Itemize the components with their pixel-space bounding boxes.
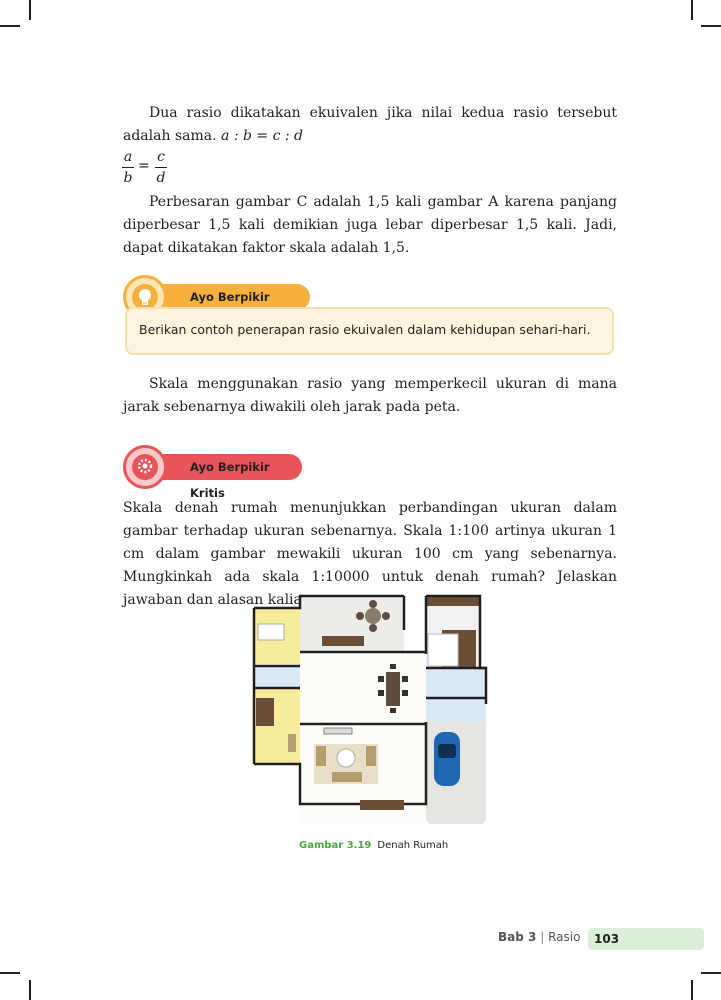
figure-caption: Gambar 3.19 Denah Rumah bbox=[299, 840, 448, 851]
footer-chapter: Bab 3 | Rasio bbox=[498, 930, 580, 944]
equals-sign: = bbox=[138, 158, 150, 174]
fraction-numerator: c bbox=[157, 149, 165, 165]
paragraph-scale-map: Skala menggunakan rasio yang memperkecil… bbox=[123, 376, 617, 415]
gear-head-icon bbox=[132, 454, 158, 480]
crop-mark bbox=[701, 972, 721, 974]
fraction-left: a b bbox=[122, 149, 134, 186]
topic-label: Rasio bbox=[548, 930, 581, 944]
crop-mark bbox=[29, 0, 31, 20]
kritis-title: Ayo Berpikir Kritis bbox=[190, 460, 270, 500]
figure-title: Denah Rumah bbox=[377, 840, 449, 851]
paragraph-ratio-definition: Dua rasio dikatakan ekuivalen jika nilai… bbox=[123, 102, 617, 148]
crop-mark bbox=[691, 0, 693, 20]
footer-separator: | bbox=[540, 930, 545, 944]
crop-mark bbox=[0, 972, 20, 974]
house-floor-plan bbox=[252, 594, 488, 824]
fraction-numerator: a bbox=[123, 149, 133, 165]
page-number: 103 bbox=[588, 928, 704, 950]
chapter-label: Bab 3 bbox=[498, 930, 537, 944]
fraction-right: c d bbox=[155, 149, 167, 186]
kreatif-prompt-box: Berikan contoh penerapan rasio ekuivalen… bbox=[125, 307, 614, 355]
crop-mark bbox=[691, 980, 693, 1000]
kritis-badge bbox=[123, 445, 167, 489]
figure-label: Gambar 3.19 bbox=[299, 840, 372, 851]
kritis-banner: Ayo Berpikir Kritis bbox=[146, 454, 302, 500]
crop-mark bbox=[29, 980, 31, 1000]
crop-mark bbox=[701, 25, 721, 27]
fraction-denominator: d bbox=[156, 170, 166, 186]
fraction-denominator: b bbox=[123, 170, 133, 186]
kreatif-prompt: Berikan contoh penerapan rasio ekuivalen… bbox=[139, 322, 591, 337]
ratio-equation: a : b = c : d bbox=[221, 128, 303, 144]
paragraph-text: Dua rasio dikatakan ekuivalen jika nilai… bbox=[123, 105, 617, 144]
paragraph-scale-factor: Perbesaran gambar C adalah 1,5 kali gamb… bbox=[123, 194, 617, 256]
crop-mark bbox=[0, 25, 20, 27]
